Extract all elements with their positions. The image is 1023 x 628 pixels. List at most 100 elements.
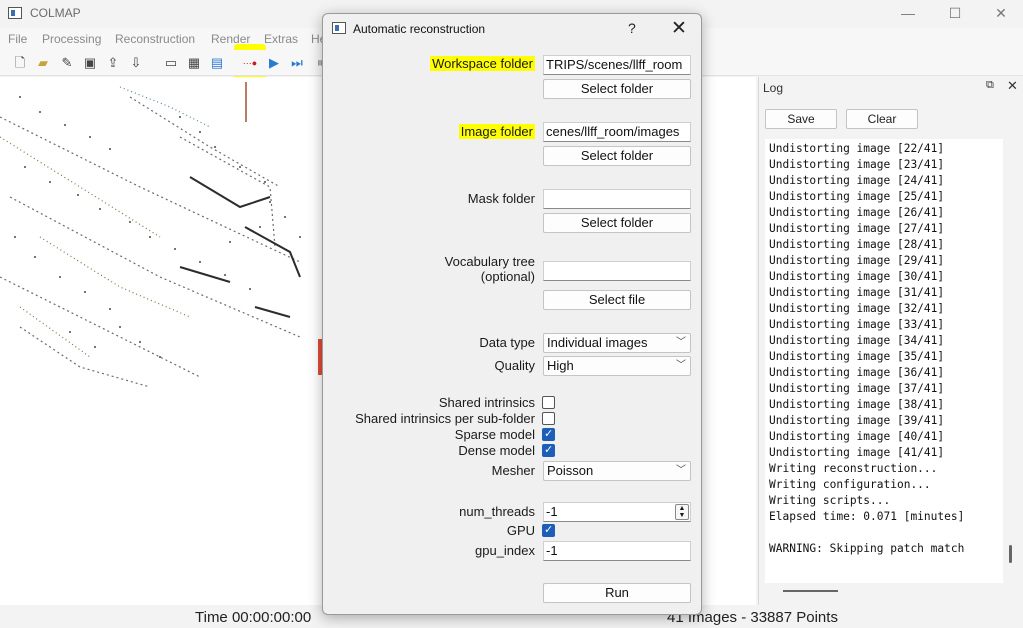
mesher-value: Poisson [547, 463, 594, 478]
log-panel: Log ⧉ ✕ Save Clear Undistorting image [2… [758, 77, 1023, 605]
data-type-label: Data type [479, 335, 535, 350]
close-window-icon[interactable]: ✕ [978, 2, 1023, 26]
menu-reconstruction[interactable]: Reconstruction [115, 32, 195, 46]
shared-intrinsics-label: Shared intrinsics [438, 395, 535, 410]
log-save-button[interactable]: Save [765, 109, 837, 129]
run-button[interactable]: Run [543, 583, 691, 603]
gpu-label: GPU [506, 523, 535, 538]
quality-value: High [547, 358, 574, 373]
save-project-icon[interactable]: ▣ [82, 55, 98, 71]
image-select-folder-button[interactable]: Select folder [543, 146, 691, 166]
log-line: WARNING: Skipping patch match [769, 542, 965, 555]
num-threads-input[interactable]: -1 [543, 502, 691, 522]
maximize-icon[interactable]: ☐ [932, 2, 978, 26]
log-line: Writing scripts... [769, 494, 891, 507]
log-clear-button[interactable]: Clear [846, 109, 918, 129]
dialog-titlebar: Automatic reconstruction ? ✕ [323, 14, 701, 44]
num-threads-stepper[interactable]: ▲ ▼ [675, 504, 689, 520]
log-vertical-scrollbar[interactable] [1009, 545, 1012, 563]
automatic-reconstruction-dialog: Automatic reconstruction ? ✕ Workspace f… [322, 13, 702, 615]
database-icon[interactable]: ▤ [209, 55, 225, 71]
sparse-model-label: Sparse model [454, 427, 535, 442]
sparse-model-checkbox[interactable] [542, 427, 555, 441]
gpu-index-input[interactable]: -1 [543, 541, 691, 561]
vocabulary-tree-input[interactable] [543, 261, 691, 281]
help-icon[interactable]: ? [628, 20, 636, 36]
gpu-checkbox[interactable] [542, 523, 555, 537]
quality-select[interactable]: High ﹀ [543, 356, 691, 376]
image-folder-label: Image folder [458, 124, 535, 139]
shared-intrinsics-sub-folder-checkbox[interactable] [542, 412, 555, 425]
start-reconstruction-icon[interactable]: ▶ [266, 55, 282, 71]
automatic-reconstruction-icon[interactable]: ⋯● [242, 55, 258, 71]
log-line: Undistorting image [35/41] [769, 350, 945, 363]
data-type-select[interactable]: Individual images ﹀ [543, 333, 691, 353]
log-title: Log [763, 81, 784, 95]
data-type-value: Individual images [547, 335, 648, 350]
dialog-close-icon[interactable]: ✕ [671, 17, 687, 40]
log-line: Undistorting image [30/41] [769, 270, 945, 283]
workspace-folder-label: Workspace folder [430, 56, 535, 71]
log-horizontal-scrollbar[interactable] [783, 590, 838, 592]
chevron-down-icon: ﹀ [676, 360, 686, 371]
log-line: Undistorting image [25/41] [769, 190, 945, 203]
dense-model-label: Dense model [458, 443, 535, 458]
log-line: Undistorting image [40/41] [769, 430, 945, 443]
menu-file[interactable]: File [8, 32, 27, 46]
float-panel-icon[interactable]: ⧉ [986, 79, 994, 92]
close-log-icon[interactable]: ✕ [1007, 78, 1018, 94]
chevron-down-icon: ﹀ [676, 465, 686, 476]
menu-extras[interactable]: Extras [264, 32, 298, 46]
log-line: Undistorting image [37/41] [769, 382, 945, 395]
mask-folder-label: Mask folder [467, 191, 535, 206]
minimize-icon[interactable]: — [885, 2, 931, 26]
gpu-index-label: gpu_index [475, 543, 535, 558]
mask-select-folder-button[interactable]: Select folder [543, 213, 691, 233]
dialog-app-icon [332, 22, 346, 34]
log-line: Undistorting image [27/41] [769, 222, 945, 235]
log-line: Undistorting image [41/41] [769, 446, 945, 459]
log-line: Writing configuration... [769, 478, 931, 491]
dense-model-checkbox[interactable] [542, 443, 555, 457]
log-line: Undistorting image [26/41] [769, 206, 945, 219]
dialog-title: Automatic reconstruction [353, 22, 486, 36]
log-line: Undistorting image [22/41] [769, 142, 945, 155]
log-line: Undistorting image [24/41] [769, 174, 945, 187]
mesher-select[interactable]: Poisson ﹀ [543, 461, 691, 481]
status-time: Time 00:00:00:00 [195, 609, 312, 626]
shared-intrinsics-checkbox[interactable] [542, 396, 555, 409]
open-project-icon[interactable]: ▰ [35, 55, 51, 71]
log-line: Undistorting image [31/41] [769, 286, 945, 299]
log-line: Undistorting image [38/41] [769, 398, 945, 411]
log-line: Undistorting image [34/41] [769, 334, 945, 347]
workspace-select-folder-button[interactable]: Select folder [543, 79, 691, 99]
quality-label: Quality [494, 358, 535, 373]
chevron-down-icon: ﹀ [676, 337, 686, 348]
shared-intrinsics-sub-folder-label: Shared intrinsics per sub-folder [355, 411, 535, 426]
edit-project-icon[interactable]: ✎ [59, 55, 75, 71]
image-folder-input[interactable]: cenes/llff_room/images [543, 122, 691, 142]
log-line: Undistorting image [39/41] [769, 414, 945, 427]
workspace-folder-input[interactable]: TRIPS/scenes/llff_room [543, 55, 691, 75]
log-output[interactable]: Undistorting image [22/41] Undistorting … [765, 139, 1003, 583]
step-reconstruction-icon[interactable]: ⏭ [289, 55, 305, 71]
log-line: Writing reconstruction... [769, 462, 938, 475]
vocabulary-tree-optional-label: (optional) [480, 269, 535, 284]
mask-folder-input[interactable] [543, 189, 691, 209]
log-line: Undistorting image [32/41] [769, 302, 945, 315]
feature-extraction-icon[interactable]: ▭ [163, 55, 179, 71]
feature-matching-icon[interactable]: ▦ [186, 55, 202, 71]
export-icon[interactable]: ⇩ [128, 55, 144, 71]
vocabulary-tree-label: Vocabulary tree [444, 254, 535, 269]
import-icon[interactable]: ⇪ [105, 55, 121, 71]
log-line: Undistorting image [29/41] [769, 254, 945, 267]
window-title: COLMAP [30, 6, 81, 20]
num-threads-label: num_threads [459, 504, 535, 519]
mesher-label: Mesher [491, 463, 535, 478]
new-project-icon[interactable]: 🗋 [12, 55, 28, 71]
colmap-app-icon [8, 7, 22, 19]
menu-processing[interactable]: Processing [42, 32, 101, 46]
vocabulary-select-file-button[interactable]: Select file [543, 290, 691, 310]
log-line: Elapsed time: 0.071 [minutes] [769, 510, 965, 523]
